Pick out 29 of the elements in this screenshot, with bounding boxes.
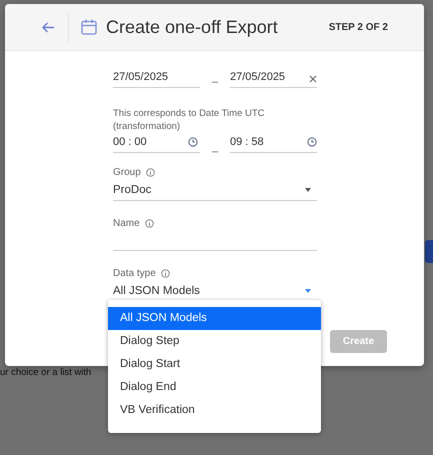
info-icon [146,168,155,177]
step-indicator: STEP 2 OF 2 [328,22,388,32]
dialog-title: Create one-off Export [106,16,279,38]
group-dropdown[interactable]: ProDoc [113,181,317,201]
start-date-field[interactable]: 27/05/2025 [113,68,200,88]
range-separator: _ [210,141,220,153]
field-label: Data type [113,268,156,279]
end-date-field[interactable]: 27/05/2025 [230,68,317,88]
dropdown-option[interactable]: VB Verification [108,399,321,422]
end-time-field[interactable]: 09 : 58 [230,133,317,153]
clear-icon[interactable] [309,75,317,83]
calendar-icon [81,19,97,35]
info-icon [160,269,170,278]
info-icon [144,219,154,228]
dropdown-option[interactable]: Dialog Step [108,330,321,353]
field-label: Group [113,167,141,178]
help-text: This corresponds to Date Time UTC (transformation) [113,107,266,133]
clock-icon[interactable] [307,136,317,146]
caret-icon[interactable] [305,188,311,192]
start-time-field[interactable]: 00 : 00 [113,133,200,153]
dropdown-option[interactable]: Dialog End [108,376,321,399]
clock-icon[interactable] [188,136,198,146]
range-separator: – [210,76,220,88]
dropdown-option[interactable]: All JSON Models [108,307,321,330]
back-arrow-icon[interactable] [42,22,55,32]
field-label: Name [113,218,140,229]
backdrop-text: ur choice or a list with [0,367,92,379]
caret-icon[interactable] [305,288,311,292]
dropdown-option[interactable]: Dialog Start [108,353,321,376]
